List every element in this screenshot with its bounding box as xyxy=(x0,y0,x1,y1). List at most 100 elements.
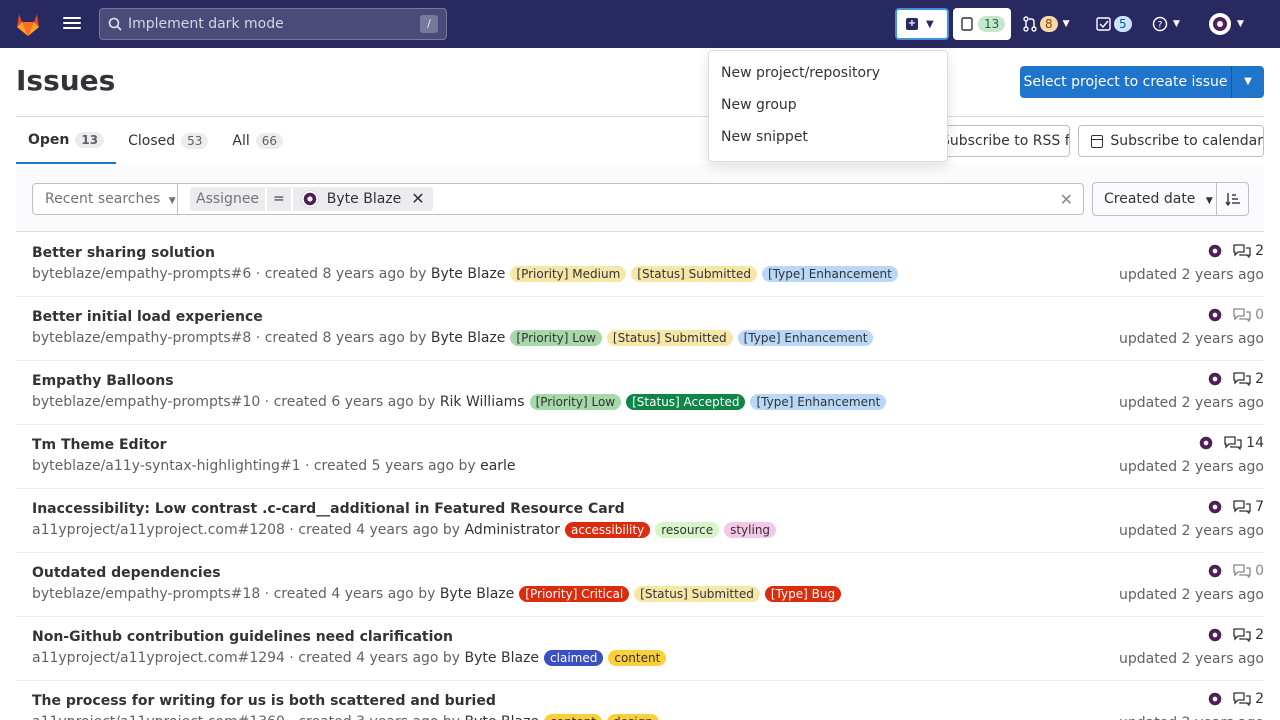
comments-count[interactable]: 2 xyxy=(1233,691,1264,707)
separator: · xyxy=(284,522,299,538)
issue-label[interactable]: accessibility xyxy=(564,522,651,538)
issue-label[interactable]: content xyxy=(544,714,602,720)
issue-title-link[interactable]: Non-Github contribution guidelines need … xyxy=(32,629,453,645)
comments-count-value: 2 xyxy=(1255,627,1264,643)
chevron-down-icon: ▼ xyxy=(1062,19,1070,29)
assignee-avatar[interactable] xyxy=(1207,627,1224,643)
chevron-down-icon: ▼ xyxy=(1173,19,1180,29)
issue-label[interactable]: claimed xyxy=(544,650,604,666)
issue-label[interactable]: design xyxy=(606,714,659,720)
create-issue-dropdown-toggle[interactable]: ▼ xyxy=(1231,66,1264,98)
search-bar[interactable]: / xyxy=(99,8,447,40)
issue-reference[interactable]: a11yproject/a11yproject.com#1294 xyxy=(32,650,285,666)
issue-created: created 4 years ago by xyxy=(298,522,461,538)
issue-title-link[interactable]: The process for writing for us is both s… xyxy=(32,693,496,709)
help-button[interactable]: ? ▼ xyxy=(1152,8,1190,40)
comments-count[interactable]: 14 xyxy=(1224,435,1264,451)
issue-label[interactable]: [Type] Bug xyxy=(764,586,842,602)
issue-label[interactable]: [Status] Submitted xyxy=(631,266,757,282)
issue-author-link[interactable]: earle xyxy=(480,458,515,474)
issue-reference[interactable]: byteblaze/a11y-syntax-highlighting#1 xyxy=(32,458,301,474)
issue-stats: 2 xyxy=(1207,243,1264,259)
issues-nav-button[interactable]: 13 xyxy=(953,8,1011,40)
assignee-filter-token[interactable]: Assignee = Byte Blaze ✕ xyxy=(190,187,433,211)
issue-label[interactable]: [Type] Enhancement xyxy=(750,394,887,410)
issue-title-link[interactable]: Empathy Balloons xyxy=(32,373,174,389)
comments-count[interactable]: 2 xyxy=(1233,371,1264,387)
issue-reference[interactable]: byteblaze/empathy-prompts#18 xyxy=(32,586,260,602)
filtered-search-input[interactable]: Assignee = Byte Blaze ✕ ✕ xyxy=(177,183,1084,215)
recent-searches-dropdown[interactable]: Recent searches ▼ xyxy=(32,183,178,215)
issue-title-link[interactable]: Outdated dependencies xyxy=(32,565,221,581)
issue-reference[interactable]: byteblaze/empathy-prompts#8 xyxy=(32,330,251,346)
issue-label[interactable]: [Priority] Medium xyxy=(510,266,627,282)
comments-count[interactable]: 2 xyxy=(1233,627,1264,643)
comments-count[interactable]: 7 xyxy=(1233,499,1264,515)
comments-count[interactable]: 0 xyxy=(1233,563,1264,579)
issue-created: created 3 years ago by xyxy=(298,714,460,720)
issue-label[interactable]: [Status] Accepted xyxy=(626,394,746,410)
issue-label[interactable]: [Priority] Critical xyxy=(519,586,630,602)
issue-label[interactable]: [Status] Submitted xyxy=(606,330,733,346)
issue-row: Better sharing solution byteblaze/empathy… xyxy=(16,233,1264,297)
issue-reference[interactable]: a11yproject/a11yproject.com#1208 xyxy=(32,522,285,538)
user-menu-button[interactable]: ▼ xyxy=(1208,8,1254,40)
issue-author-link[interactable]: Byte Blaze xyxy=(431,330,505,346)
issue-label[interactable]: [Type] Enhancement xyxy=(761,266,898,282)
menu-icon[interactable] xyxy=(62,14,82,34)
issue-label[interactable]: styling xyxy=(724,522,777,538)
menu-item-new-group[interactable]: New group xyxy=(709,89,947,121)
select-project-create-issue-button[interactable]: Select project to create issue xyxy=(1020,66,1231,98)
comments-count[interactable]: 2 xyxy=(1233,243,1264,259)
assignee-avatar[interactable] xyxy=(1207,563,1224,579)
issue-label[interactable]: resource xyxy=(655,522,720,538)
subscribe-calendar-button[interactable]: Subscribe to calendar xyxy=(1078,125,1264,157)
remove-token-icon[interactable]: ✕ xyxy=(411,187,424,211)
issue-title-link[interactable]: Inaccessibility: Low contrast .c-card__a… xyxy=(32,501,625,517)
issue-author-link[interactable]: Byte Blaze xyxy=(431,266,505,282)
sort-direction-button[interactable] xyxy=(1217,182,1249,216)
issue-title-link[interactable]: Tm Theme Editor xyxy=(32,437,167,453)
gitlab-logo-icon[interactable] xyxy=(14,10,42,38)
issue-stats: 2 xyxy=(1207,691,1264,707)
issue-title-link[interactable]: Better initial load experience xyxy=(32,309,263,325)
issue-row: Non-Github contribution guidelines need … xyxy=(16,617,1264,681)
issue-title-link[interactable]: Better sharing solution xyxy=(32,245,215,261)
merge-requests-nav-button[interactable]: 8 ▼ xyxy=(1022,8,1078,40)
issue-author-link[interactable]: Byte Blaze xyxy=(465,650,539,666)
tab-closed[interactable]: Closed 53 xyxy=(116,117,220,164)
chevron-down-icon: ▼ xyxy=(1205,196,1213,206)
issue-label[interactable]: [Status] Submitted xyxy=(634,586,760,602)
issue-label[interactable]: content xyxy=(608,650,667,666)
comments-count[interactable]: 0 xyxy=(1233,307,1264,323)
issue-label[interactable]: [Priority] Low xyxy=(529,394,622,410)
issue-author-link[interactable]: Administrator xyxy=(465,522,560,538)
assignee-avatar[interactable] xyxy=(1207,243,1224,259)
calendar-button-label: Subscribe to calendar xyxy=(1110,133,1263,149)
tab-all[interactable]: All 66 xyxy=(220,117,295,164)
sort-field-label: Created date xyxy=(1104,191,1196,207)
issue-label[interactable]: [Priority] Low xyxy=(510,330,602,346)
todos-nav-button[interactable]: 5 xyxy=(1096,8,1138,40)
issue-reference[interactable]: a11yproject/a11yproject.com#1360 xyxy=(32,714,285,720)
menu-item-new-project[interactable]: New project/repository xyxy=(709,57,947,89)
issue-author-link[interactable]: Rik Williams xyxy=(440,394,525,410)
issue-updated: updated 2 years ago xyxy=(1118,267,1264,283)
assignee-avatar[interactable] xyxy=(1207,499,1224,515)
tab-open[interactable]: Open 13 xyxy=(16,117,117,164)
issue-author-link[interactable]: Byte Blaze xyxy=(440,586,514,602)
issue-reference[interactable]: byteblaze/empathy-prompts#10 xyxy=(32,394,260,410)
assignee-avatar[interactable] xyxy=(1207,307,1224,323)
sort-field-dropdown[interactable]: Created date ▼ xyxy=(1092,182,1217,216)
menu-item-new-snippet[interactable]: New snippet xyxy=(709,121,947,153)
search-input[interactable] xyxy=(128,16,418,32)
create-new-button[interactable]: + ▼ xyxy=(895,8,949,40)
assignee-avatar[interactable] xyxy=(1198,435,1215,451)
issue-author-link[interactable]: Byte Blaze xyxy=(465,714,539,720)
assignee-avatar[interactable] xyxy=(1207,371,1224,387)
assignee-avatar[interactable] xyxy=(1207,691,1224,707)
clear-search-icon[interactable]: ✕ xyxy=(1060,190,1073,209)
issue-reference[interactable]: byteblaze/empathy-prompts#6 xyxy=(32,266,251,282)
issue-meta: byteblaze/empathy-prompts#8 · created 8 … xyxy=(32,330,874,346)
issue-label[interactable]: [Type] Enhancement xyxy=(737,330,874,346)
